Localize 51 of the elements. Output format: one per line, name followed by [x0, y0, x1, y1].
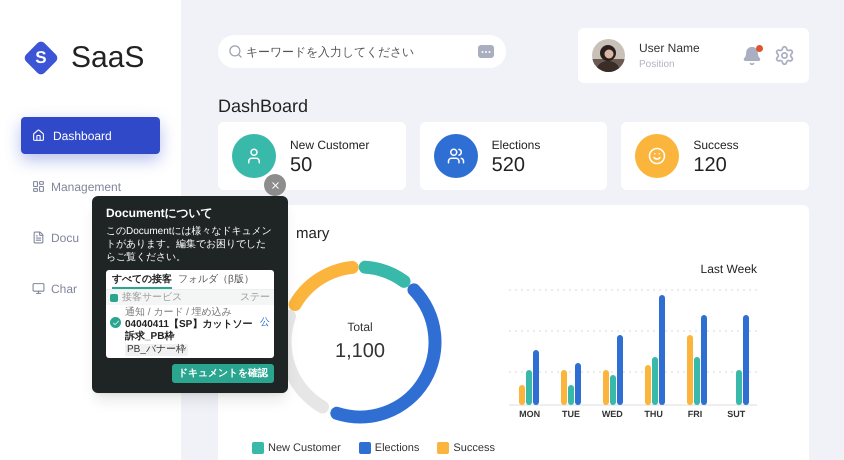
more-icon [478, 45, 494, 58]
stat-value: 520 [492, 154, 526, 176]
total-label: Total [347, 318, 373, 336]
nav-item[interactable]: Management [21, 168, 160, 205]
day-label: SUT [726, 408, 746, 420]
legend-label: Elections [374, 440, 420, 456]
preview-header: ステー [240, 291, 270, 304]
preview-row-title: 04040411【SP】カットソー訴求_PB枠 [125, 319, 254, 343]
stat-label: Elections [492, 137, 540, 154]
legend-label: New Customer [268, 440, 341, 456]
search-field[interactable]: キーワードを入力してください [218, 35, 506, 68]
nav-item[interactable]: Dashboard [21, 117, 160, 154]
smiley-icon [648, 147, 666, 165]
preview-tag: PB_バナー枠 [125, 344, 188, 356]
home-icon [32, 129, 45, 142]
tooltip-body: このDocumentには様々なドキュメントがあります。編集でお困りでしたらご覧ください。 [106, 225, 273, 264]
group-icon [446, 147, 465, 165]
checkbox-icon [110, 317, 121, 328]
monitor-icon [32, 282, 45, 295]
day-label: MON [518, 408, 542, 420]
stat-label: New Customer [290, 137, 370, 154]
confirm-button[interactable]: ドキュメントを確認 [172, 364, 274, 383]
preview-path: 通知 / カード / 埋め込み [125, 307, 233, 318]
page-title: DashBoard [218, 95, 310, 118]
stat-value: 50 [290, 154, 314, 176]
user-name: User Name [639, 40, 700, 57]
notification-button[interactable] [742, 46, 762, 66]
logo-text: SaaS [71, 40, 144, 76]
legend-label: Success [453, 440, 495, 456]
preview-status: 公 [260, 317, 270, 329]
summary-title: mary [296, 224, 330, 244]
layout-icon [32, 180, 45, 193]
chart-title: Last Week [700, 260, 757, 278]
user-position: Position [639, 58, 676, 72]
tooltip-title: Documentについて [106, 205, 214, 222]
search-icon [228, 44, 243, 59]
day-label: WED [600, 408, 624, 420]
preview-tab[interactable]: フォルダ（β版） [178, 273, 254, 289]
stat-label: Success [693, 137, 739, 154]
preview-header: 接客サービス [122, 291, 182, 304]
day-label: FRI [686, 408, 704, 420]
total-value: 1,100 [334, 338, 386, 364]
stat-value: 120 [693, 154, 728, 176]
close-button[interactable] [264, 174, 286, 196]
settings-button[interactable] [774, 45, 795, 66]
person-icon [245, 147, 263, 165]
close-icon [270, 180, 280, 190]
document-icon [32, 231, 45, 244]
day-label: THU [643, 408, 664, 420]
day-label: TUE [560, 408, 581, 420]
logo-icon: S [23, 40, 59, 76]
